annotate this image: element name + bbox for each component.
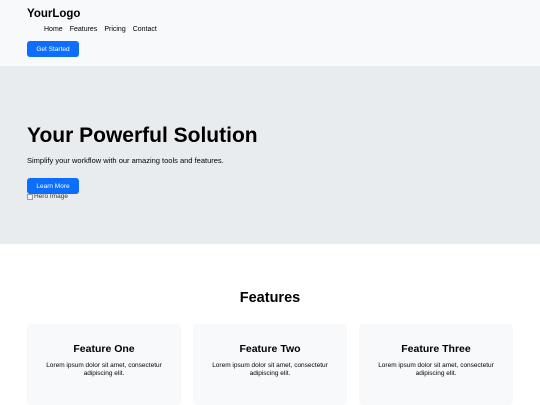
get-started-button[interactable]: Get Started	[27, 41, 79, 57]
nav-link-home[interactable]: Home	[44, 26, 63, 33]
hero-subtitle: Simplify your workflow with our amazing …	[27, 156, 224, 165]
hero-section: Your Powerful Solution Simplify your wor…	[0, 66, 540, 244]
nav-link-contact[interactable]: Contact	[133, 26, 157, 33]
hero-image: Hero Image	[27, 193, 68, 200]
nav-link-pricing[interactable]: Pricing	[104, 26, 125, 33]
feature-card-title: Feature Two	[239, 343, 301, 355]
hero-image-alt: Hero Image	[34, 193, 68, 200]
feature-card: Feature One Lorem ipsum dolor sit amet, …	[27, 324, 181, 405]
nav-link-features[interactable]: Features	[70, 26, 98, 33]
feature-card-title: Feature Three	[401, 343, 471, 355]
feature-card-text: Lorem ipsum dolor sit amet, consectetur …	[212, 362, 328, 377]
broken-image-icon	[27, 193, 33, 200]
feature-card-text: Lorem ipsum dolor sit amet, consectetur …	[378, 362, 494, 377]
feature-card-title: Feature One	[73, 343, 135, 355]
feature-card-text: Lorem ipsum dolor sit amet, consectetur …	[46, 362, 162, 377]
site-header: YourLogo Home Features Pricing Contact G…	[0, 0, 540, 66]
feature-card: Feature Three Lorem ipsum dolor sit amet…	[359, 324, 513, 405]
learn-more-button[interactable]: Learn More	[27, 178, 79, 194]
logo[interactable]: YourLogo	[27, 8, 80, 20]
main-nav: Home Features Pricing Contact	[44, 26, 157, 33]
features-heading: Features	[239, 290, 301, 306]
feature-card: Feature Two Lorem ipsum dolor sit amet, …	[193, 324, 347, 405]
hero-title: Your Powerful Solution	[27, 124, 258, 147]
